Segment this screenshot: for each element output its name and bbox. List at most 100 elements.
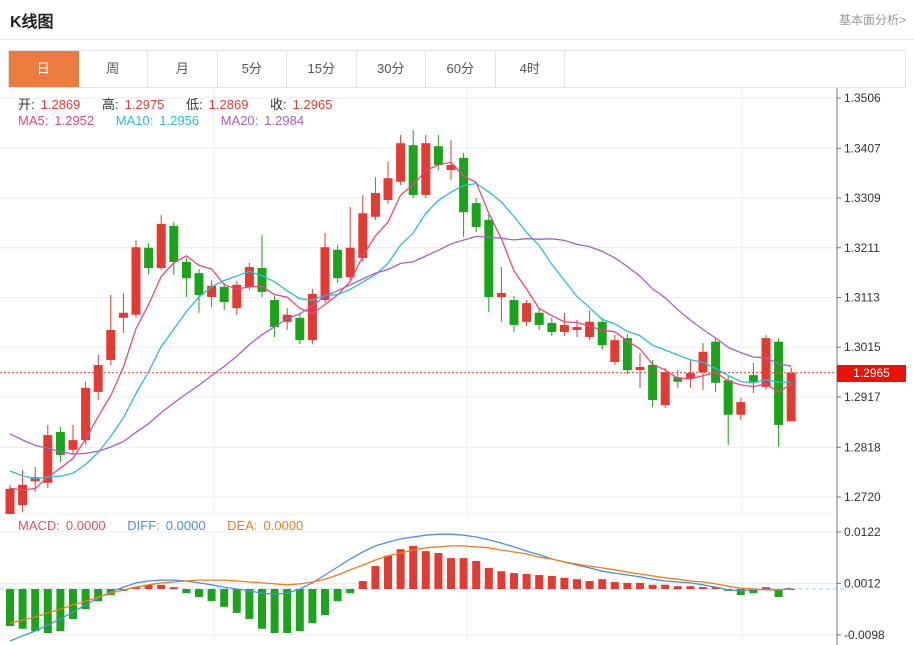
macd-bar[interactable] — [220, 589, 228, 607]
macd-bar[interactable] — [472, 561, 480, 589]
macd-bar[interactable] — [346, 589, 354, 593]
macd-bar[interactable] — [497, 571, 505, 589]
macd-bar[interactable] — [283, 589, 291, 633]
candle[interactable] — [497, 293, 506, 297]
candle[interactable] — [535, 313, 544, 325]
macd-bar[interactable] — [397, 549, 405, 589]
candle[interactable] — [547, 323, 556, 332]
macd-bar[interactable] — [245, 589, 253, 619]
macd-bar[interactable] — [308, 589, 316, 623]
macd-bar[interactable] — [157, 585, 165, 589]
candle[interactable] — [560, 325, 569, 332]
macd-bar[interactable] — [598, 579, 606, 589]
candle[interactable] — [434, 146, 443, 165]
macd-bar[interactable] — [686, 586, 694, 589]
candle[interactable] — [6, 489, 15, 514]
macd-bar[interactable] — [460, 558, 468, 589]
candle[interactable] — [724, 380, 733, 415]
candle[interactable] — [94, 365, 103, 392]
macd-bar[interactable] — [384, 556, 392, 589]
macd-bar[interactable] — [535, 575, 543, 589]
macd-bar[interactable] — [560, 578, 568, 589]
macd-bar[interactable] — [170, 587, 178, 589]
candle[interactable] — [396, 143, 405, 182]
candle[interactable] — [573, 327, 582, 330]
candle[interactable] — [636, 367, 645, 370]
macd-bar[interactable] — [409, 546, 417, 589]
candle[interactable] — [371, 193, 380, 217]
candle[interactable] — [598, 322, 607, 345]
candle[interactable] — [18, 485, 27, 505]
macd-bar[interactable] — [296, 589, 304, 631]
candle[interactable] — [774, 342, 783, 425]
candle[interactable] — [295, 318, 304, 340]
candle[interactable] — [195, 273, 204, 295]
candle[interactable] — [270, 300, 279, 327]
candle[interactable] — [182, 262, 191, 278]
candle[interactable] — [106, 330, 115, 360]
macd-bar[interactable] — [661, 585, 669, 589]
candle[interactable] — [648, 365, 657, 400]
macd-bar[interactable] — [485, 568, 493, 589]
ma10-value: 1.2956 — [159, 113, 199, 128]
macd-bar[interactable] — [195, 589, 203, 597]
candle[interactable] — [69, 440, 78, 450]
macd-bar[interactable] — [182, 589, 190, 593]
candle[interactable] — [157, 224, 166, 268]
candle[interactable] — [472, 203, 481, 227]
macd-bar[interactable] — [611, 582, 619, 589]
candle[interactable] — [510, 300, 519, 325]
candle[interactable] — [522, 303, 531, 322]
candle[interactable] — [346, 248, 355, 277]
macd-bar[interactable] — [623, 583, 631, 589]
candle[interactable] — [321, 247, 330, 300]
macd-bar[interactable] — [321, 589, 329, 615]
close-label: 收: — [270, 97, 287, 112]
macd-bar[interactable] — [271, 589, 279, 633]
candle[interactable] — [333, 250, 342, 278]
candle[interactable] — [749, 375, 758, 382]
price-axis-label: 1.2818 — [844, 440, 881, 454]
candle[interactable] — [484, 220, 493, 297]
macd-bar[interactable] — [447, 558, 455, 589]
candle[interactable] — [384, 178, 393, 200]
macd-bar[interactable] — [422, 551, 430, 589]
macd-bar[interactable] — [674, 586, 682, 589]
candle[interactable] — [308, 294, 317, 340]
candle[interactable] — [119, 313, 128, 318]
candle[interactable] — [132, 247, 141, 315]
macd-bar[interactable] — [359, 581, 367, 589]
ma20-line — [10, 236, 791, 454]
candle[interactable] — [787, 373, 796, 422]
macd-bar[interactable] — [510, 573, 518, 589]
macd-bar[interactable] — [573, 579, 581, 589]
candle[interactable] — [610, 340, 619, 362]
candle[interactable] — [711, 342, 720, 383]
macd-bar[interactable] — [208, 589, 216, 601]
macd-bar[interactable] — [334, 589, 342, 601]
open-value: 1.2869 — [41, 97, 81, 112]
macd-bar[interactable] — [586, 581, 594, 589]
candle[interactable] — [144, 248, 153, 268]
macd-bar[interactable] — [6, 589, 14, 626]
macd-bar[interactable] — [649, 585, 657, 589]
macd-bar[interactable] — [233, 589, 241, 613]
macd-bar[interactable] — [737, 589, 745, 595]
macd-bar[interactable] — [434, 553, 442, 589]
candle[interactable] — [585, 322, 594, 337]
macd-bar[interactable] — [636, 583, 644, 589]
ma20-label: MA20: — [221, 113, 259, 128]
candle[interactable] — [169, 226, 178, 262]
candle[interactable] — [661, 372, 670, 405]
macd-bar[interactable] — [258, 589, 266, 629]
macd-bar[interactable] — [548, 576, 556, 589]
macd-bar[interactable] — [371, 566, 379, 589]
candle[interactable] — [736, 402, 745, 415]
macd-bar[interactable] — [19, 589, 27, 629]
ma10-label: MA10: — [116, 113, 154, 128]
macd-bar[interactable] — [699, 587, 707, 589]
candle[interactable] — [245, 267, 254, 287]
macd-bar[interactable] — [523, 574, 531, 589]
macd-bar[interactable] — [31, 589, 39, 631]
candle[interactable] — [220, 287, 229, 302]
